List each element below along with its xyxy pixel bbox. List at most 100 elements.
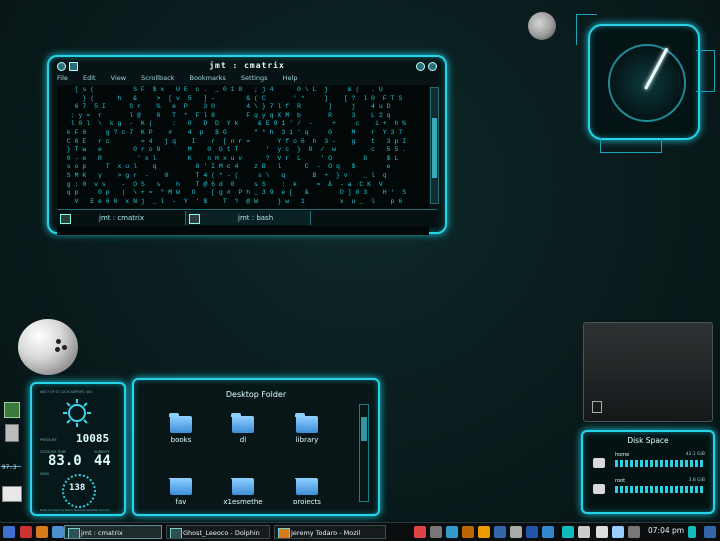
folder-label: fav — [175, 498, 187, 504]
wind-label: WIND — [40, 472, 49, 476]
menu-settings[interactable]: Settings — [241, 74, 268, 82]
disk-name: root — [615, 478, 626, 484]
matrix-text: [ s ( S F $ x U E c . _ 0 1 8 ; j 4 0 \ … — [66, 86, 407, 205]
terminal-tabbar: jmt : cmatrix jmt : bash — [57, 209, 437, 226]
mail-icon[interactable] — [2, 486, 22, 502]
minimize-button[interactable] — [416, 62, 425, 71]
menu-help[interactable]: Help — [283, 74, 298, 82]
tray-app-icon[interactable] — [462, 526, 474, 538]
tray-app-icon[interactable] — [430, 526, 442, 538]
disk-size: 42.1 GiB — [685, 452, 705, 457]
panel-icon[interactable] — [592, 401, 602, 413]
folder-item-dl[interactable]: dl — [220, 413, 266, 444]
keyboard-icon[interactable] — [578, 526, 590, 538]
folder-item-library[interactable]: library — [284, 413, 330, 444]
scrollbar-thumb[interactable] — [432, 118, 437, 178]
disk-title: Disk Space — [627, 436, 669, 445]
folder-item-projects[interactable]: projects — [284, 478, 330, 504]
tray-app-icon[interactable] — [446, 526, 458, 538]
folder-icon — [295, 478, 318, 495]
kde-logo-icon[interactable] — [704, 526, 716, 538]
tab-cmatrix[interactable]: jmt : cmatrix — [57, 211, 183, 225]
menu-file[interactable]: File — [57, 74, 68, 82]
station-name: WEST OF ST LUCIE AIRPORT, WG — [40, 390, 92, 394]
disk-name: home — [615, 452, 630, 458]
dolphin-icon[interactable] — [52, 526, 64, 538]
tab-bash[interactable]: jmt : bash — [185, 211, 311, 225]
network-icon[interactable] — [612, 526, 624, 538]
clock-text[interactable]: 07:04 pm — [648, 526, 684, 535]
circuit-decoration — [696, 50, 715, 92]
firefox-icon — [278, 528, 290, 538]
folder-icon — [231, 478, 254, 495]
pressure-label: PRESSURE — [40, 438, 57, 442]
task-firefox[interactable]: Jeremy Todaro - Mozil — [274, 525, 386, 539]
disk-space-widget: Disk Space home 42.1 GiB root 3.8 GiB — [581, 430, 715, 514]
circuit-decoration — [600, 138, 662, 153]
terminal-icon — [189, 214, 200, 224]
terminal-title: jmt : cmatrix — [209, 61, 285, 70]
folder-icon — [295, 413, 318, 433]
show-desktop-icon[interactable] — [688, 526, 696, 538]
task-cmatrix[interactable]: jmt : cmatrix — [64, 525, 162, 539]
folder-scrollbar[interactable] — [359, 404, 369, 502]
tray-app-icon[interactable] — [494, 526, 506, 538]
menu-edit[interactable]: Edit — [83, 74, 96, 82]
weather-footer: Data provided by NOAA National Weather S… — [40, 508, 110, 512]
terminal-window[interactable]: jmt : cmatrix File Edit View Scrollback … — [47, 55, 447, 235]
folder-label: projects — [293, 498, 321, 504]
tray-app-icon[interactable] — [526, 526, 538, 538]
menu-view[interactable]: View — [111, 74, 126, 82]
dolphin-icon — [170, 528, 182, 538]
launcher-icon[interactable] — [20, 526, 32, 538]
desktop-folder-widget: Desktop Folder books dl library fav x1es… — [132, 378, 380, 516]
tray-app-icon[interactable] — [510, 526, 522, 538]
desktop-panel-widget[interactable] — [583, 322, 713, 422]
folder-item-fav[interactable]: fav — [158, 478, 204, 504]
disk-row-home: home 42.1 GiB — [593, 452, 705, 476]
temperature-value: 83.0 — [48, 453, 82, 469]
tray-app-icon[interactable] — [478, 526, 490, 538]
left-dock: 97.3 — [0, 398, 24, 510]
pressure-value: 10085 — [76, 432, 110, 445]
weather-widget: WEST OF ST LUCIE AIRPORT, WG PRESSURE 10… — [30, 382, 126, 516]
drive-icon — [593, 458, 605, 468]
sun-icon — [63, 399, 91, 427]
folder-label: books — [170, 436, 192, 444]
task-dolphin[interactable]: Ghost_Leeoco - Dolphin — [166, 525, 270, 539]
tray-app-icon[interactable] — [542, 526, 554, 538]
circuit-decoration — [576, 14, 597, 45]
arrow-left-icon[interactable] — [562, 526, 574, 538]
tab-label: jmt : bash — [238, 214, 274, 222]
firefox-icon[interactable] — [36, 526, 48, 538]
tab-label: jmt : cmatrix — [99, 214, 144, 222]
folder-item-x1esmethe[interactable]: x1esmethe — [220, 478, 266, 504]
terminal-menubar: File Edit View Scrollback Bookmarks Sett… — [57, 74, 437, 85]
wind-value: 138 — [69, 483, 86, 493]
menu-bookmarks[interactable]: Bookmarks — [190, 74, 226, 82]
folder-icon — [169, 413, 192, 433]
tray-app-icon[interactable] — [628, 526, 640, 538]
kde-menu-icon[interactable] — [3, 526, 15, 538]
disk-usage-bar — [615, 460, 703, 467]
terminal-icon — [60, 214, 71, 224]
folder-icon — [231, 413, 254, 433]
terminal-scrollbar[interactable] — [430, 87, 439, 204]
task-label: Jeremy Todaro - Mozil — [291, 529, 361, 537]
tray-app-icon[interactable] — [414, 526, 426, 538]
scrollbar-thumb[interactable] — [361, 417, 367, 441]
calculator-icon[interactable] — [5, 424, 19, 442]
terminal-titlebar[interactable]: jmt : cmatrix — [55, 61, 439, 73]
disk-row-root: root 3.8 GiB — [593, 478, 705, 502]
folder-item-books[interactable]: books — [158, 413, 204, 444]
disk-usage-bar — [615, 486, 703, 493]
volume-icon[interactable] — [596, 526, 608, 538]
battery-icon[interactable] — [4, 402, 20, 418]
folder-icon — [169, 478, 192, 495]
close-button[interactable] — [428, 62, 437, 71]
disk-size: 3.8 GiB — [688, 478, 705, 483]
bowling-ball-icon[interactable] — [18, 319, 78, 375]
moon-phase-widget — [528, 12, 556, 40]
menu-scrollback[interactable]: Scrollback — [141, 74, 174, 82]
clock-widget — [588, 24, 700, 140]
